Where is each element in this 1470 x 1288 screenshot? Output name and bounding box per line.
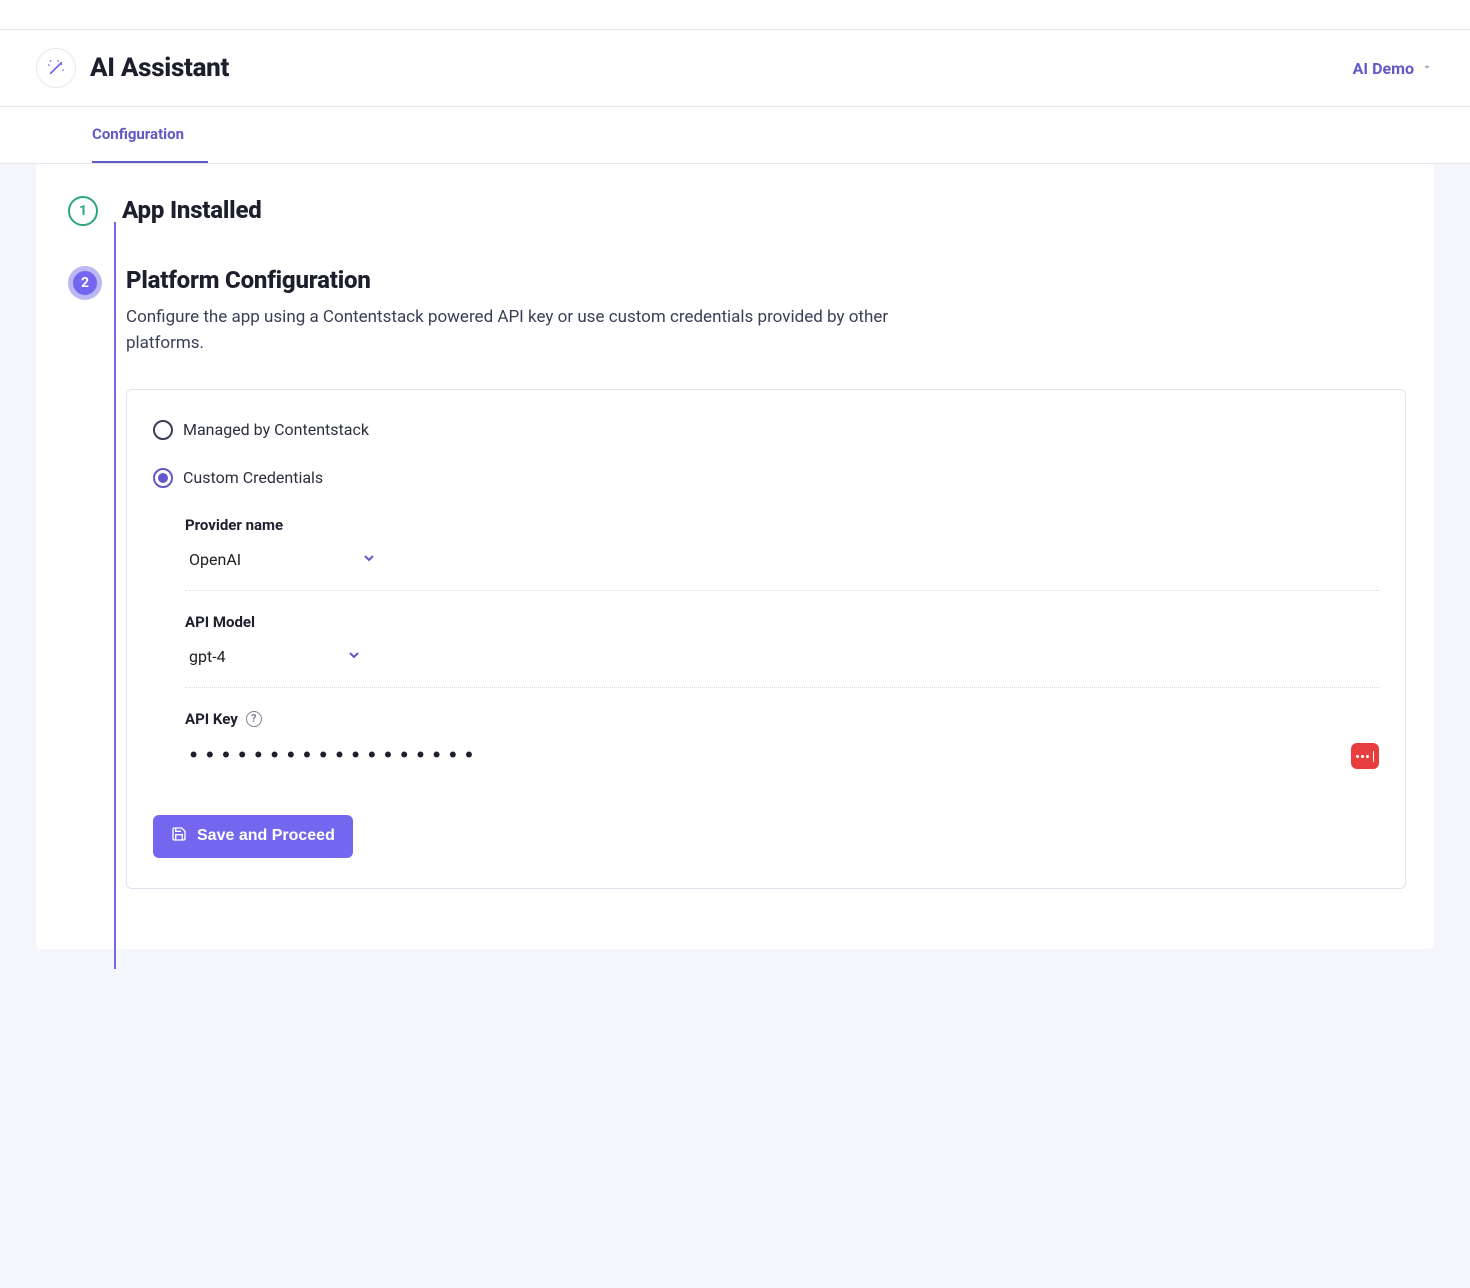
- radio-circle-checked-icon: [153, 468, 173, 488]
- app-title: AI Assistant: [90, 53, 229, 83]
- help-icon[interactable]: ?: [246, 711, 262, 727]
- save-icon: [171, 826, 187, 847]
- stepper-connector: [114, 222, 116, 969]
- tab-bar: Configuration: [0, 107, 1470, 164]
- model-label: API Model: [185, 613, 1379, 631]
- field-api-key: API Key ? ••••••••••••••••••: [185, 710, 1379, 789]
- page-header: AI Assistant AI Demo: [0, 30, 1470, 107]
- radio-custom[interactable]: Custom Credentials: [153, 468, 1379, 488]
- radio-managed-label: Managed by Contentstack: [183, 420, 369, 439]
- step2-description: Configure the app using a Contentstack p…: [126, 304, 946, 357]
- tab-configuration[interactable]: Configuration: [92, 107, 208, 163]
- chevron-down-icon: [361, 550, 377, 570]
- radio-custom-label: Custom Credentials: [183, 468, 323, 487]
- top-strip: [0, 0, 1470, 30]
- step-platform-configuration: 2 Platform Configuration Configure the a…: [68, 266, 1406, 889]
- app-wand-icon: [36, 48, 76, 88]
- model-select[interactable]: gpt-4: [185, 641, 366, 673]
- chevron-down-icon: [346, 647, 362, 667]
- workspace-label: AI Demo: [1353, 59, 1414, 78]
- step1-title: App Installed: [122, 196, 1406, 224]
- radio-managed[interactable]: Managed by Contentstack: [153, 420, 1379, 440]
- custom-credentials-form: Provider name OpenAI: [153, 498, 1379, 789]
- api-key-label: API Key: [185, 710, 238, 728]
- config-stepper: 1 App Installed 2 Platform Configuration…: [68, 196, 1406, 889]
- field-provider-name: Provider name OpenAI: [185, 516, 1379, 591]
- step-app-installed: 1 App Installed: [68, 196, 1406, 226]
- step-badge-1: 1: [68, 196, 98, 226]
- api-key-input[interactable]: ••••••••••••••••••: [185, 738, 481, 775]
- password-manager-icon[interactable]: [1351, 743, 1379, 769]
- credentials-panel: Managed by Contentstack Custom Credentia…: [126, 389, 1406, 889]
- radio-circle-icon: [153, 420, 173, 440]
- save-and-proceed-button[interactable]: Save and Proceed: [153, 815, 353, 858]
- config-card: 1 App Installed 2 Platform Configuration…: [36, 164, 1434, 949]
- header-left: AI Assistant: [36, 48, 229, 88]
- chevron-down-icon: [1420, 59, 1434, 78]
- model-value: gpt-4: [189, 647, 226, 666]
- step2-title: Platform Configuration: [126, 266, 1406, 294]
- radio-dot-icon: [158, 473, 168, 483]
- field-api-model: API Model gpt-4: [185, 613, 1379, 688]
- page-body: 1 App Installed 2 Platform Configuration…: [0, 164, 1470, 1288]
- step-badge-2: 2: [68, 266, 102, 300]
- workspace-switcher[interactable]: AI Demo: [1353, 59, 1434, 78]
- save-button-label: Save and Proceed: [197, 827, 335, 845]
- provider-label: Provider name: [185, 516, 1379, 534]
- provider-select[interactable]: OpenAI: [185, 544, 381, 576]
- provider-value: OpenAI: [189, 550, 241, 569]
